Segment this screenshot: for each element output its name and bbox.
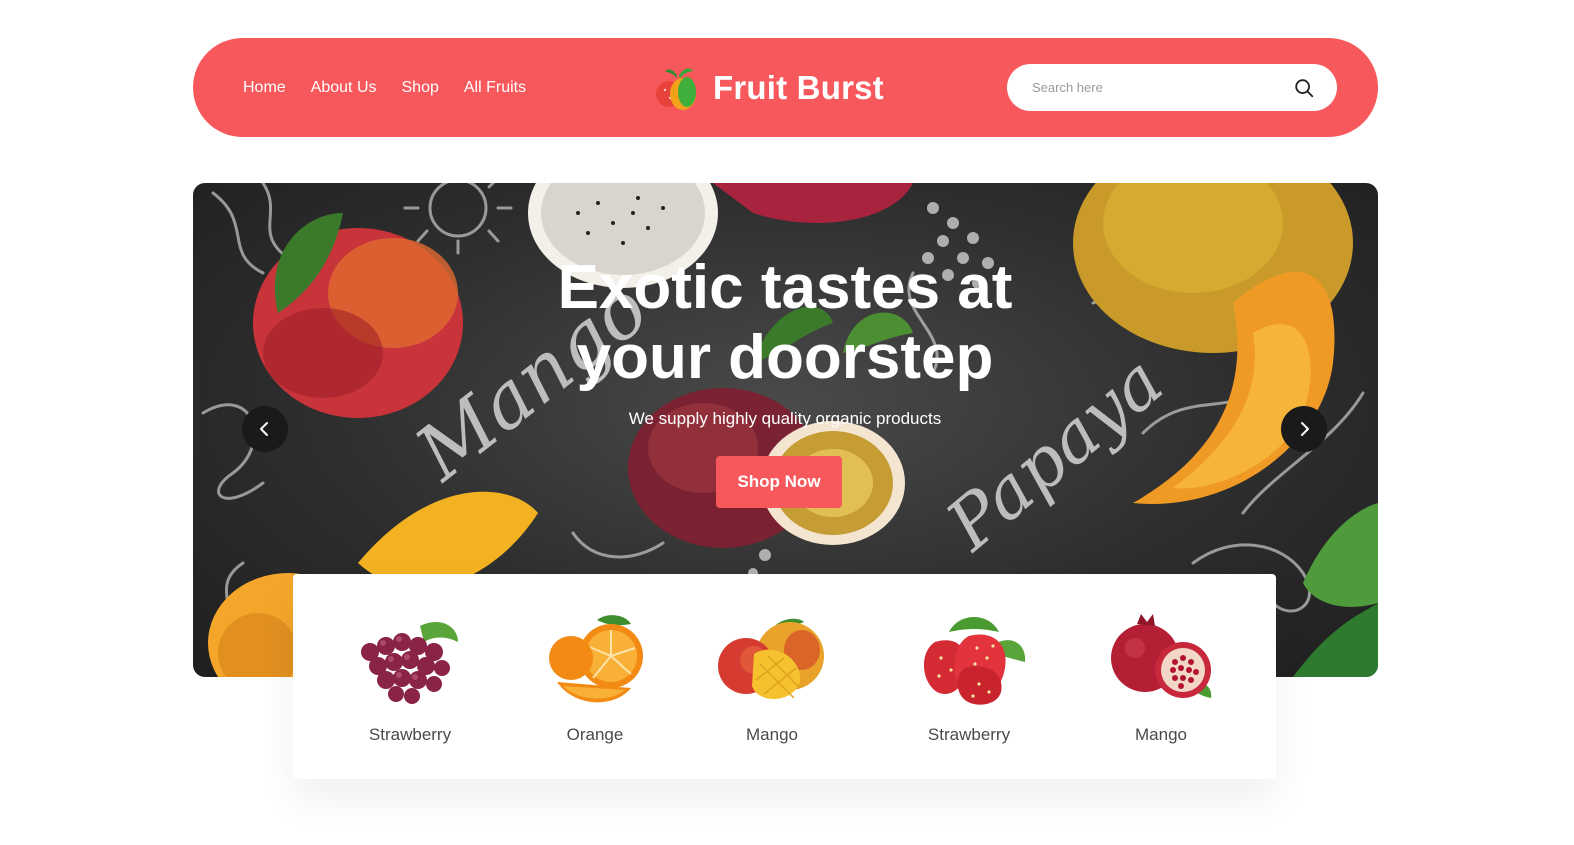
category-label: Mango (746, 725, 798, 744)
navbar: Home About Us Shop All Fruits Fruit Burs… (193, 38, 1378, 137)
carousel-next-button[interactable] (1281, 406, 1327, 452)
search-input[interactable] (1032, 80, 1293, 95)
hero-subtitle: We supply highly quality organic product… (628, 409, 942, 428)
hero-title: Exotic tastes at your doorstep (557, 253, 1013, 392)
mango-icon (718, 618, 824, 700)
category-item[interactable]: Orange (515, 612, 675, 752)
category-item[interactable]: Strawberry (889, 612, 1049, 752)
grapes-icon (361, 621, 458, 704)
main-nav: Home About Us Shop All Fruits (243, 38, 526, 137)
category-label: Strawberry (927, 725, 1011, 744)
chevron-left-icon (260, 422, 268, 436)
orange-icon (549, 615, 643, 703)
brand-name: Fruit Burst (713, 69, 884, 106)
pomegranate-icon (1111, 614, 1212, 698)
search-box (1007, 64, 1337, 111)
chevron-right-icon (1301, 422, 1309, 436)
strawberry-icon (923, 617, 1026, 705)
category-item[interactable]: Strawberry (330, 612, 490, 752)
nav-link-all-fruits[interactable]: All Fruits (464, 79, 526, 97)
nav-link-about-us[interactable]: About Us (311, 79, 377, 97)
category-label: Mango (1135, 725, 1187, 744)
shop-now-button[interactable]: Shop Now (716, 456, 842, 508)
brand[interactable]: Fruit Burst (653, 62, 884, 114)
nav-link-shop[interactable]: Shop (402, 79, 439, 97)
category-item[interactable]: Mango (692, 612, 852, 752)
nav-link-home[interactable]: Home (243, 79, 286, 97)
category-label: Strawberry (368, 725, 452, 744)
category-item[interactable]: Mango (1081, 612, 1241, 752)
search-icon[interactable] (1293, 77, 1315, 99)
fruit-logo-icon (656, 68, 696, 110)
carousel-prev-button[interactable] (242, 406, 288, 452)
fruit-categories-card: Strawberry Orange Mango Strawberry Mango (293, 574, 1276, 779)
category-label: Orange (566, 725, 624, 744)
